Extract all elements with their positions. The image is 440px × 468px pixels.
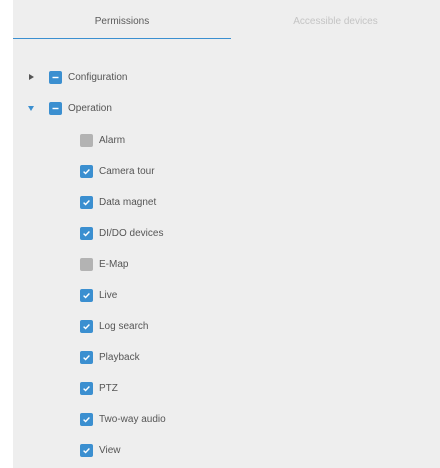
permissions-panel: Permissions Accessible devices Configura… [0,0,440,468]
tree-leaf-alarm[interactable]: Alarm [80,129,420,151]
tree-leaf-label: DI/DO devices [99,227,164,239]
tree-leaf-camera-tour[interactable]: Camera tour [80,160,420,182]
tree-node-configuration[interactable]: Configuration [13,66,433,88]
operation-checkbox[interactable] [49,101,62,115]
checkmark-icon [83,199,90,205]
tree-leaf-label: View [99,444,121,456]
view-checkbox[interactable] [80,443,93,457]
tree-node-operation[interactable]: Operation [13,97,433,119]
tree-node-label: Configuration [68,71,128,83]
caret-right-icon[interactable] [29,73,34,80]
tab-accessible-devices[interactable]: Accessible devices [231,0,440,40]
ptz-checkbox[interactable] [80,381,93,395]
e-map-checkbox[interactable] [80,257,93,271]
tree-leaf-playback[interactable]: Playback [80,346,420,368]
tree-leaf-di-do-devices[interactable]: DI/DO devices [80,222,420,244]
dash-icon [52,107,59,109]
permissions-content: Permissions Accessible devices Configura… [13,0,440,468]
tree-leaf-label: Data magnet [99,196,157,208]
camera-tour-checkbox[interactable] [80,164,93,178]
tree-leaf-label: Log search [99,320,149,332]
dash-icon [52,76,59,78]
tree-leaf-label: E-Map [99,258,129,270]
checkmark-icon [83,354,90,360]
tree-leaf-ptz[interactable]: PTZ [80,377,420,399]
two-way-audio-checkbox[interactable] [80,412,93,426]
tab-permissions[interactable]: Permissions [13,0,231,40]
configuration-checkbox[interactable] [49,70,62,84]
checkmark-icon [83,385,90,391]
active-tab-indicator [13,38,231,39]
checkmark-icon [83,168,90,174]
caret-down-icon[interactable] [28,106,34,111]
tree-leaf-two-way-audio[interactable]: Two-way audio [80,408,420,430]
tree-leaf-live[interactable]: Live [80,284,420,306]
live-checkbox[interactable] [80,288,93,302]
tree-leaf-label: Alarm [99,134,126,146]
tree-leaf-label: Playback [99,351,140,363]
checkmark-icon [83,323,90,329]
playback-checkbox[interactable] [80,350,93,364]
checkmark-icon [83,292,90,298]
tree-leaf-label: Two-way audio [99,413,166,425]
tree-leaf-e-map[interactable]: E-Map [80,253,420,275]
tree-leaf-view[interactable]: View [80,439,420,461]
checkmark-icon [83,416,90,422]
checkmark-icon [83,447,90,453]
tree-leaf-data-magnet[interactable]: Data magnet [80,191,420,213]
log-search-checkbox[interactable] [80,319,93,333]
tree-leaf-log-search[interactable]: Log search [80,315,420,337]
data-magnet-checkbox[interactable] [80,195,93,209]
tree-leaf-label: Camera tour [99,165,155,177]
tab-bar: Permissions Accessible devices [13,0,440,40]
alarm-checkbox[interactable] [80,133,93,147]
tree-node-label: Operation [68,102,112,114]
di-do-devices-checkbox[interactable] [80,226,93,240]
tree-leaf-label: PTZ [99,382,118,394]
tree-leaf-label: Live [99,289,118,301]
checkmark-icon [83,230,90,236]
